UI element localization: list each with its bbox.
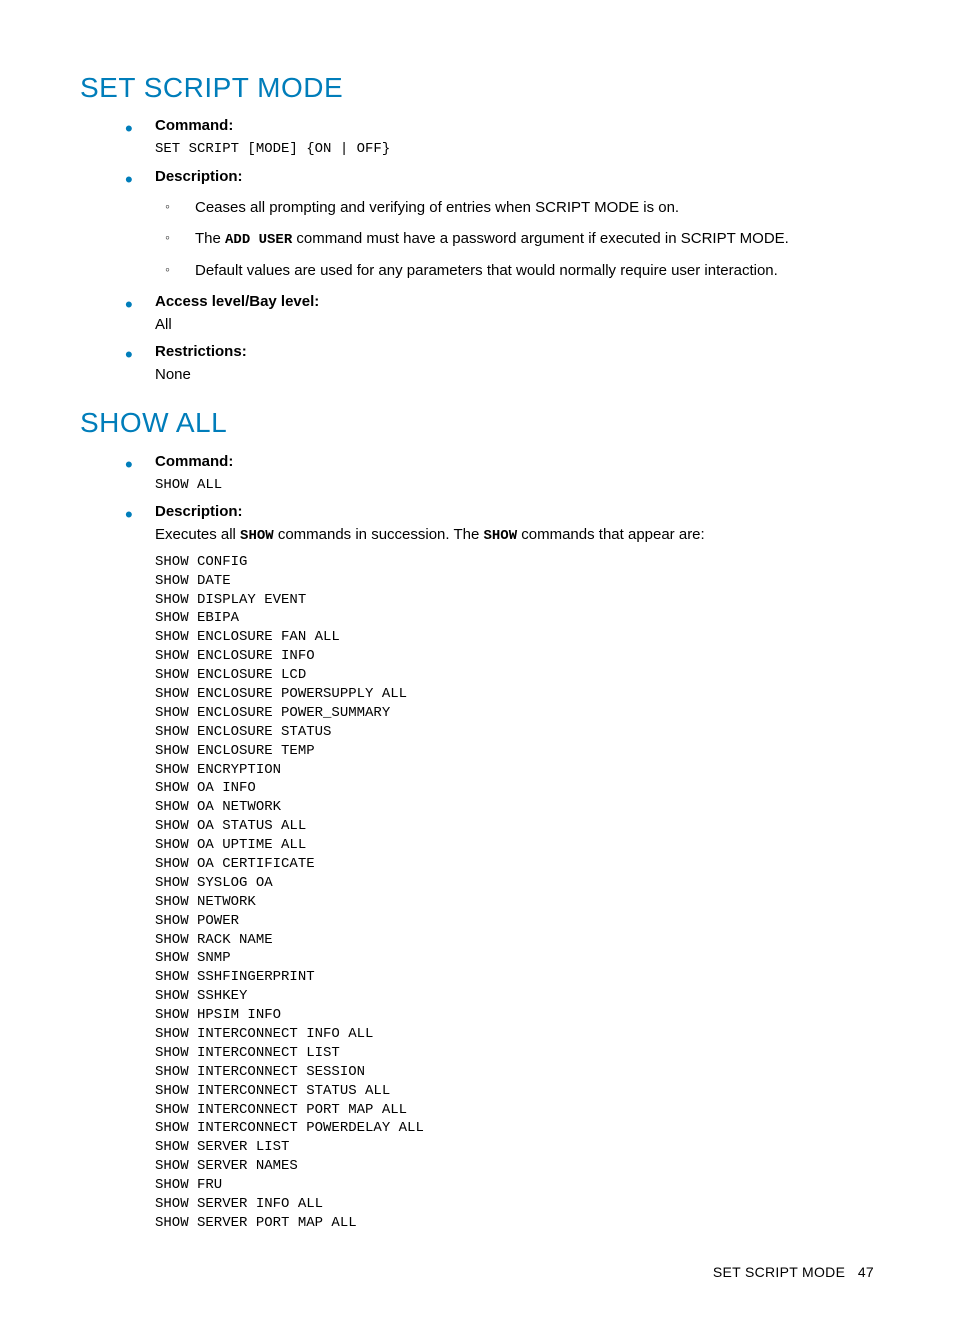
show-all-list: Command: SHOW ALL Description: Executes … <box>80 451 874 1233</box>
access-level-value: All <box>155 314 874 335</box>
command-label: Command: <box>155 453 233 470</box>
command-text: SET SCRIPT [MODE] {ON | OFF} <box>155 140 874 160</box>
access-level-label: Access level/Bay level: <box>155 293 319 310</box>
command-text: SHOW ALL <box>155 476 874 496</box>
restrictions-value: None <box>155 364 874 385</box>
list-item: Description: Ceases all prompting and ve… <box>155 166 874 282</box>
footer-section-name: SET SCRIPT MODE <box>713 1264 845 1280</box>
footer-page-number: 47 <box>858 1264 874 1280</box>
list-item: Ceases all prompting and verifying of en… <box>195 197 874 218</box>
description-label: Description: <box>155 503 243 520</box>
show-commands-codeblock: SHOW CONFIG SHOW DATE SHOW DISPLAY EVENT… <box>155 553 874 1233</box>
command-label: Command: <box>155 117 233 134</box>
restrictions-label: Restrictions: <box>155 343 247 360</box>
page-footer: SET SCRIPT MODE 47 <box>80 1263 874 1283</box>
list-item: Command: SET SCRIPT [MODE] {ON | OFF} <box>155 115 874 160</box>
set-script-mode-list: Command: SET SCRIPT [MODE] {ON | OFF} De… <box>80 115 874 385</box>
list-item: Access level/Bay level: All <box>155 291 874 335</box>
list-item: Command: SHOW ALL <box>155 451 874 496</box>
list-item: Restrictions: None <box>155 341 874 385</box>
list-item: The ADD USER command must have a passwor… <box>195 228 874 251</box>
description-label: Description: <box>155 168 243 185</box>
list-item: Description: Executes all SHOW commands … <box>155 501 874 1233</box>
description-sublist: Ceases all prompting and verifying of en… <box>155 197 874 282</box>
section-title-set-script-mode: SET SCRIPT MODE <box>80 68 874 107</box>
section-title-show-all: SHOW ALL <box>80 403 874 442</box>
description-text: Executes all SHOW commands in succession… <box>155 524 874 547</box>
list-item: Default values are used for any paramete… <box>195 260 874 281</box>
